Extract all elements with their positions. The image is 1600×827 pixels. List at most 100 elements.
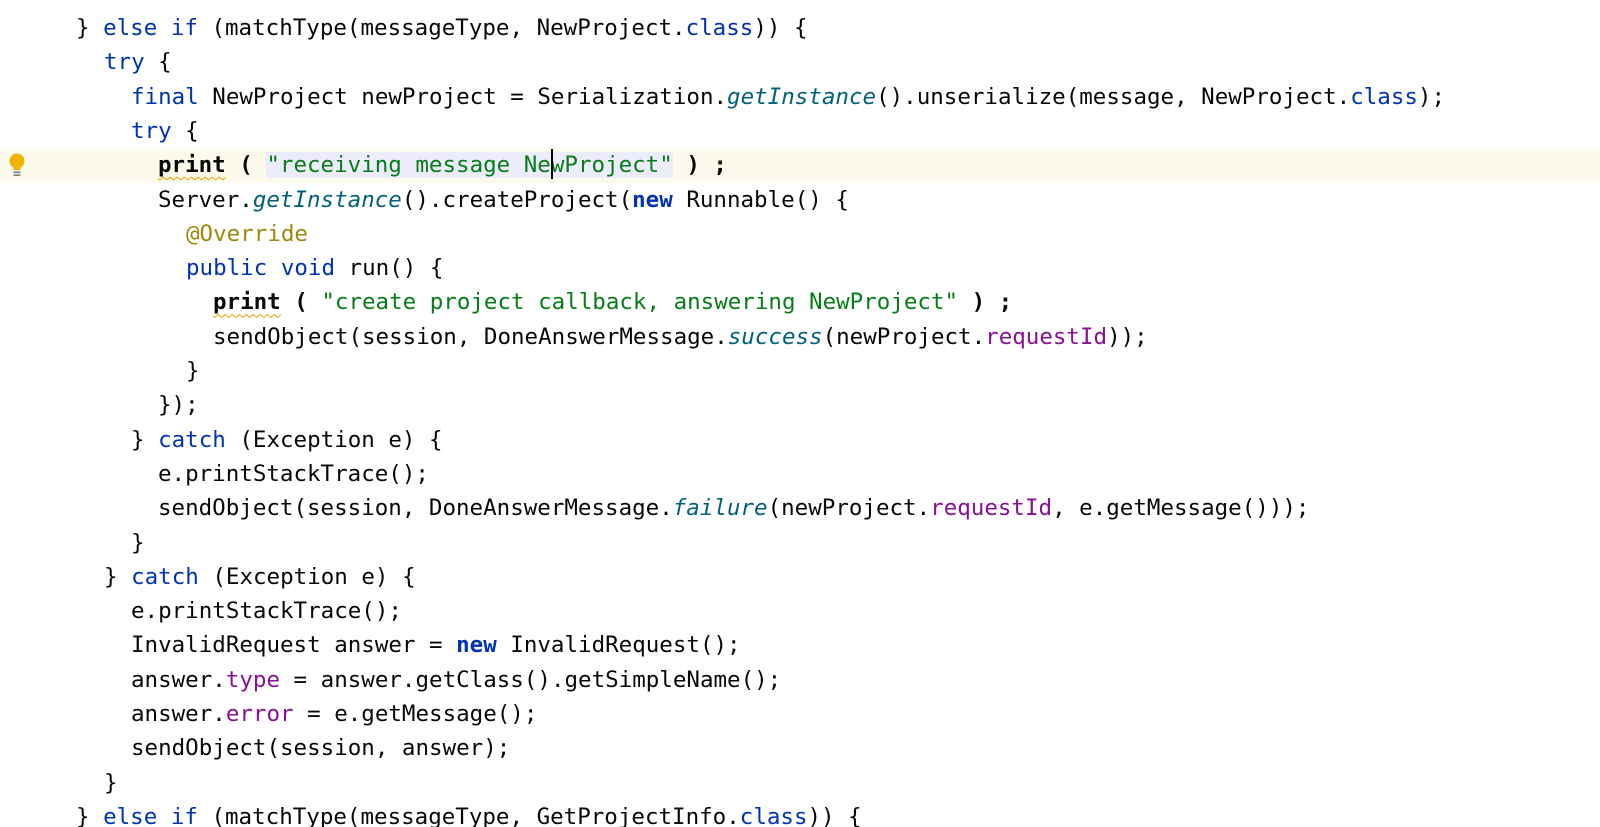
- code-token: getInstance: [727, 83, 877, 110]
- code-line[interactable]: e.printStackTrace();: [0, 457, 1600, 492]
- code-line-text: e.printStackTrace();: [158, 457, 429, 492]
- code-token: {: [144, 49, 172, 76]
- code-token: }: [186, 358, 200, 384]
- code-token: class: [1350, 83, 1418, 110]
- code-line[interactable]: print ( "receiving message NewProject" )…: [0, 148, 1600, 184]
- code-token: "create project callback, answering NewP…: [321, 289, 959, 316]
- lightbulb-icon[interactable]: [7, 153, 27, 179]
- code-line[interactable]: answer.error = e.getMessage();: [0, 697, 1600, 732]
- code-token: Server.: [158, 186, 253, 213]
- code-line[interactable]: }: [0, 766, 1600, 801]
- code-line[interactable]: try {: [0, 45, 1600, 80]
- code-token: (newProject.: [767, 495, 931, 522]
- code-line-text: e.printStackTrace();: [131, 594, 402, 629]
- code-line[interactable]: } else if (matchType(messageType, GetPro…: [0, 800, 1600, 827]
- code-line[interactable]: print ( "create project callback, answer…: [0, 285, 1600, 320]
- code-line[interactable]: } catch (Exception e) {: [0, 560, 1600, 595]
- code-token: }: [76, 15, 104, 41]
- code-token: ));: [1107, 323, 1148, 350]
- code-token: ) ;: [958, 289, 1013, 316]
- code-token: sendObject(session, answer);: [131, 735, 511, 762]
- code-token: ().createProject(: [401, 186, 633, 213]
- code-token: }: [131, 529, 145, 556]
- code-token: NewProject newProject = Serialization.: [198, 83, 728, 110]
- code-token: }: [131, 426, 159, 453]
- code-line[interactable]: public void run() {: [0, 251, 1600, 286]
- code-token: requestId: [985, 323, 1108, 350]
- code-line-text: } catch (Exception e) {: [131, 423, 443, 458]
- code-line-text: print ( "create project callback, answer…: [213, 285, 1012, 320]
- code-line[interactable]: }: [0, 354, 1600, 389]
- code-token: "receiving message Ne: [266, 152, 551, 179]
- code-line-text: try {: [131, 114, 199, 149]
- code-token: (matchType(messageType, NewProject.: [197, 15, 686, 41]
- code-line[interactable]: final NewProject newProject = Serializat…: [0, 80, 1600, 115]
- code-line[interactable]: sendObject(session, DoneAnswerMessage.fa…: [0, 491, 1600, 526]
- code-token: class: [685, 15, 754, 41]
- code-token: });: [158, 392, 199, 419]
- code-token: type: [225, 666, 281, 693]
- code-token: )) {: [807, 803, 862, 827]
- code-token: InvalidRequest();: [496, 632, 741, 659]
- code-token: failure: [672, 495, 768, 522]
- code-line[interactable]: Server.getInstance().createProject(new R…: [0, 183, 1600, 218]
- code-line-text: InvalidRequest answer = new InvalidReque…: [131, 628, 741, 663]
- code-token: class: [739, 803, 808, 827]
- code-token: e.printStackTrace();: [131, 598, 402, 625]
- code-token: ) ;: [672, 152, 727, 179]
- code-line-text: try {: [104, 45, 172, 80]
- code-line-text: });: [158, 388, 199, 423]
- code-token: run() {: [335, 255, 444, 282]
- code-token: @Override: [186, 220, 308, 247]
- code-token: (newProject.: [822, 323, 986, 350]
- code-line[interactable]: InvalidRequest answer = new InvalidReque…: [0, 628, 1600, 663]
- code-line[interactable]: e.printStackTrace();: [0, 594, 1600, 629]
- code-token: print: [158, 152, 226, 179]
- code-token: else if: [103, 803, 198, 827]
- code-token: (matchType(messageType, GetProjectInfo.: [197, 803, 740, 827]
- code-line[interactable]: try {: [0, 114, 1600, 149]
- code-line[interactable]: @Override: [0, 217, 1600, 252]
- code-token: getInstance: [252, 186, 402, 213]
- code-line[interactable]: sendObject(session, answer);: [0, 731, 1600, 766]
- code-line-text: sendObject(session, DoneAnswerMessage.su…: [213, 320, 1148, 355]
- code-token: error: [225, 701, 294, 727]
- code-token: sendObject(session, DoneAnswerMessage.: [158, 495, 673, 522]
- code-line[interactable]: answer.type = answer.getClass().getSimpl…: [0, 663, 1600, 698]
- code-token: (: [280, 289, 322, 316]
- code-line-text: sendObject(session, DoneAnswerMessage.fa…: [158, 491, 1309, 526]
- code-token: , e.getMessage()));: [1052, 495, 1310, 522]
- code-line[interactable]: }: [0, 526, 1600, 561]
- code-line[interactable]: } else if (matchType(messageType, NewPro…: [0, 11, 1600, 46]
- code-token: answer.: [131, 666, 226, 693]
- code-line-text: public void run() {: [186, 251, 443, 286]
- code-line-text: }: [104, 766, 118, 801]
- code-token: = answer.getClass().getSimpleName();: [280, 666, 782, 693]
- code-token: public void: [186, 255, 336, 282]
- code-token: }: [104, 563, 132, 590]
- code-token: }: [104, 769, 118, 796]
- code-line[interactable]: } catch (Exception e) {: [0, 423, 1600, 458]
- code-token: new: [456, 632, 497, 659]
- code-token: {: [171, 117, 199, 144]
- code-line[interactable]: sendObject(session, DoneAnswerMessage.su…: [0, 320, 1600, 355]
- code-token: e.printStackTrace();: [158, 460, 429, 487]
- code-line-text: } else if (matchType(messageType, GetPro…: [76, 800, 862, 827]
- code-token: InvalidRequest answer =: [131, 632, 457, 659]
- code-token: (: [225, 152, 267, 179]
- code-line-text: }: [131, 526, 145, 561]
- code-token: sendObject(session, DoneAnswerMessage.: [213, 323, 728, 350]
- code-line[interactable]: });: [0, 388, 1600, 423]
- code-token: );: [1417, 83, 1446, 110]
- code-token: catch: [158, 426, 226, 453]
- code-line-text: Server.getInstance().createProject(new R…: [158, 183, 849, 218]
- code-token: ().unserialize(message, NewProject.: [876, 83, 1351, 110]
- code-token: wProject": [550, 152, 673, 179]
- code-token: Runnable() {: [672, 186, 849, 213]
- code-line-text: sendObject(session, answer);: [131, 731, 510, 766]
- code-token: catch: [131, 563, 199, 590]
- code-token: success: [727, 323, 823, 350]
- code-token: )) {: [753, 15, 808, 41]
- code-editor[interactable]: } else if (matchType(messageType, NewPro…: [0, 0, 1600, 827]
- code-token: print: [213, 289, 281, 316]
